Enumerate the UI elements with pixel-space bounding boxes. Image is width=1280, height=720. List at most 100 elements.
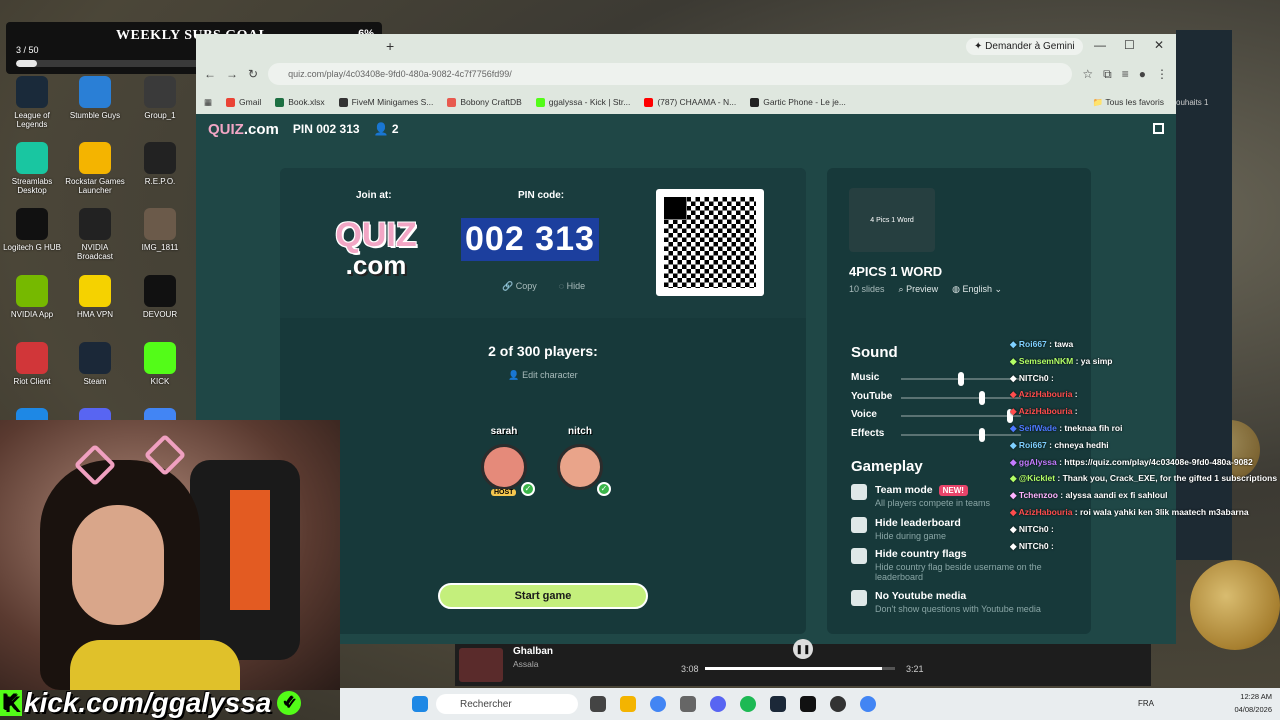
pause-icon[interactable]: ❚❚ <box>793 639 813 659</box>
chat-username[interactable]: ◆ @Kicklet <box>1010 473 1055 483</box>
back-icon[interactable]: ← <box>204 67 216 81</box>
language-select[interactable]: ◍ English ⌄ <box>952 284 1002 295</box>
chat-username[interactable]: ◆ SemsemNKM <box>1010 356 1073 366</box>
desktop-icon-label: Steam <box>83 377 107 386</box>
bookmark-item[interactable]: (787) CHAAMA - N... <box>644 97 736 107</box>
slider-knob[interactable] <box>978 427 985 442</box>
desktop-icon[interactable]: IMG_1811 <box>128 208 192 252</box>
chat-username[interactable]: ◆ NITCh0 <box>1010 541 1049 551</box>
hide-button[interactable]: ◌ Hide <box>559 281 585 292</box>
sound-title: Sound <box>851 344 898 361</box>
address-bar[interactable]: quiz.com/play/4c03408e-9fd0-480a-9082-4c… <box>268 63 1073 85</box>
chat-username[interactable]: ◆ Roi667 <box>1010 440 1047 450</box>
extensions-icon[interactable]: ⧉ <box>1103 67 1112 82</box>
bookmark-item[interactable]: ggalyssa - Kick | Str... <box>535 97 630 107</box>
slider-knob[interactable] <box>958 372 964 386</box>
desktop-icon[interactable]: Streamlabs Desktop <box>0 142 64 195</box>
media-control-icon[interactable]: ≡ <box>1122 67 1129 81</box>
app-icon[interactable] <box>680 696 696 712</box>
desktop-icon[interactable]: NVIDIA App <box>0 275 64 319</box>
obs-icon[interactable] <box>830 696 846 712</box>
pin-code[interactable]: 002 313 <box>461 218 599 261</box>
player-avatar-nitch[interactable]: nitch ✓ <box>549 426 611 498</box>
quiz-logo[interactable]: QUIZ.com <box>208 121 279 138</box>
chat-username[interactable]: ◆ NITCh0 <box>1010 524 1049 534</box>
language-indicator[interactable]: FRA <box>1138 699 1154 708</box>
bookmark-item[interactable]: Gartic Phone - Le je... <box>750 97 846 107</box>
desktop-icon[interactable]: KICK <box>128 342 192 386</box>
chat-username[interactable]: ◆ Tchenzoo <box>1010 490 1058 500</box>
chat-message: ◆ NITCh0 : <box>1010 541 1280 558</box>
desktop-icon[interactable]: Stumble Guys <box>63 76 127 120</box>
close-icon[interactable]: ✕ <box>1154 38 1164 52</box>
desktop-icon[interactable]: HMA VPN <box>63 275 127 319</box>
start-game-button[interactable]: Start game <box>438 583 648 609</box>
chat-username[interactable]: ◆ ggAlyssa <box>1010 457 1057 467</box>
volume-slider[interactable] <box>901 427 1021 442</box>
maximize-icon[interactable]: ☐ <box>1124 38 1135 52</box>
forward-icon[interactable]: → <box>226 67 238 81</box>
desktop-icon[interactable]: Rockstar Games Launcher <box>63 142 127 195</box>
checkbox[interactable] <box>851 517 867 533</box>
bookmark-item[interactable]: Book.xlsx <box>275 97 325 107</box>
bookmark-star-icon[interactable]: ☆ <box>1082 67 1093 81</box>
chrome-icon[interactable] <box>650 696 666 712</box>
bookmark-icon <box>338 97 348 107</box>
desktop-icon[interactable]: League of Legends <box>0 76 64 129</box>
chat-username[interactable]: ◆ Roi667 <box>1010 339 1047 349</box>
new-tab-icon[interactable]: + <box>386 38 394 54</box>
media-player: Ghalban Assala ❚❚ 3:08 3:21 <box>455 639 1151 686</box>
preview-button[interactable]: ⌕ Preview <box>899 284 939 295</box>
chat-username[interactable]: ◆ SeifWade <box>1010 423 1057 433</box>
spotify-icon[interactable] <box>740 696 756 712</box>
bookmark-icon <box>535 97 545 107</box>
edit-character-button[interactable]: 👤 Edit character <box>280 370 806 381</box>
checkbox[interactable] <box>851 590 867 606</box>
all-bookmarks[interactable]: 📁 Tous les favoris <box>1093 97 1164 108</box>
slider-knob[interactable] <box>978 390 985 405</box>
checkbox[interactable] <box>851 484 867 500</box>
file-explorer-icon[interactable] <box>620 696 636 712</box>
minimize-icon[interactable]: — <box>1094 38 1106 52</box>
windows-start-icon[interactable] <box>412 696 428 712</box>
song-progress[interactable] <box>705 667 895 670</box>
checkbox[interactable] <box>851 548 867 564</box>
desktop-icon[interactable]: Group_1 <box>128 76 192 120</box>
quiz-thumbnail[interactable]: 4 Pics 1 Word <box>849 188 935 252</box>
desktop-icon[interactable]: Steam <box>63 342 127 386</box>
volume-slider[interactable] <box>901 409 1021 423</box>
apps-grid-icon[interactable]: ▦ <box>204 97 212 108</box>
chat-username[interactable]: ◆ AzizHabouria <box>1010 507 1072 517</box>
volume-slider[interactable] <box>901 372 1021 386</box>
gemini-button[interactable]: ✦ Demander à Gemini <box>966 38 1083 55</box>
profile-avatar-icon[interactable]: ● <box>1139 67 1146 81</box>
discord-icon[interactable] <box>710 696 726 712</box>
task-view-icon[interactable] <box>590 696 606 712</box>
host-badge: HOST <box>491 489 517 496</box>
nvidia-icon[interactable] <box>800 696 816 712</box>
chat-username[interactable]: ◆ NITCh0 <box>1010 373 1049 383</box>
desktop-icon[interactable]: Riot Client <box>0 342 64 386</box>
bookmark-item[interactable]: Gmail <box>226 97 261 107</box>
bookmark-item[interactable]: FiveM Minigames S... <box>338 97 433 107</box>
chat-username[interactable]: ◆ AzizHabouria <box>1010 389 1072 399</box>
chrome-profile-icon[interactable] <box>860 696 876 712</box>
desktop-icon[interactable]: DEVOUR <box>128 275 192 319</box>
clock[interactable]: 12:28 AM 04/08/2026 <box>1234 690 1272 716</box>
desktop-icon[interactable]: R.E.P.O. <box>128 142 192 186</box>
chat-message: ◆ AzizHabouria : <box>1010 406 1280 423</box>
volume-slider[interactable] <box>901 390 1021 405</box>
taskbar-search[interactable]: Rechercher <box>436 694 578 714</box>
chat-username[interactable]: ◆ AzizHabouria <box>1010 406 1072 416</box>
menu-icon[interactable]: ⋮ <box>1156 67 1168 81</box>
desktop-icon[interactable]: NVIDIA Broadcast <box>63 208 127 261</box>
player-avatar-sarah[interactable]: sarah HOST ✓ <box>473 426 535 498</box>
pin-actions: 🔗 Copy ◌ Hide <box>502 281 585 292</box>
bookmark-item[interactable]: Bobony CraftDB <box>447 97 522 107</box>
reload-icon[interactable]: ↻ <box>248 67 258 81</box>
fullscreen-icon[interactable] <box>1153 123 1164 134</box>
steam-icon[interactable] <box>770 696 786 712</box>
copy-button[interactable]: 🔗 Copy <box>502 281 537 292</box>
desktop-icon[interactable]: Logitech G HUB <box>0 208 64 252</box>
qr-code[interactable] <box>656 189 764 296</box>
